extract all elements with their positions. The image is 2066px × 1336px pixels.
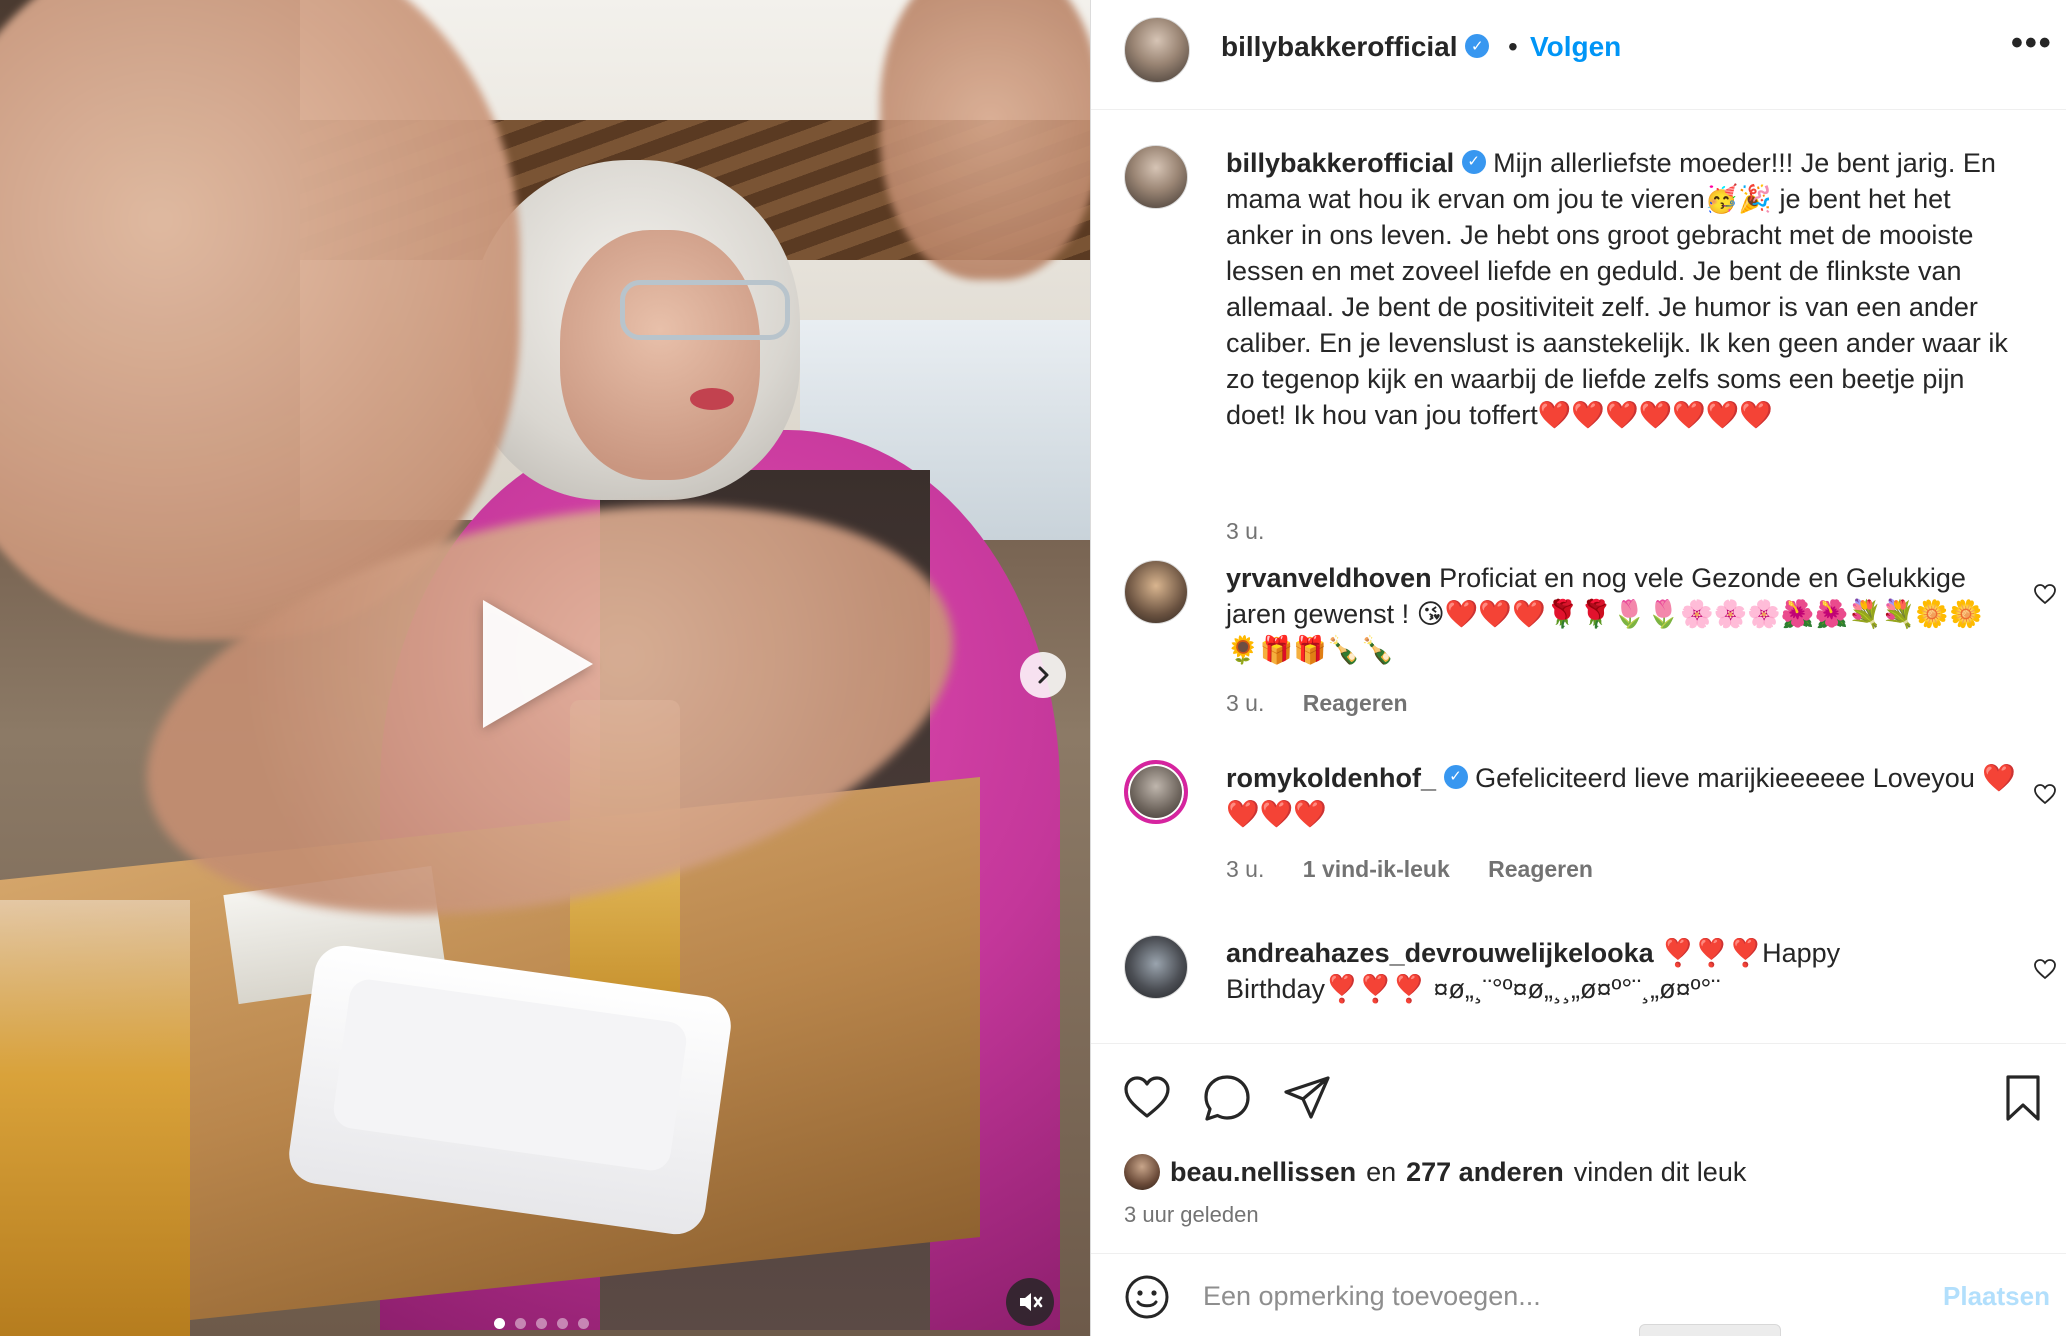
like-comment-heart-icon[interactable] [2033,782,2057,806]
liker-username[interactable]: beau.nellissen [1170,1157,1356,1188]
likes-others-link[interactable]: 277 anderen [1406,1157,1564,1188]
author-avatar[interactable] [1124,17,1190,83]
comment-text: yrvanveldhoven Proficiat en nog vele Gez… [1226,560,2016,668]
comment-username[interactable]: romykoldenhof_ [1226,763,1436,793]
comment-meta: 3 u. 1 vind-ik-leuk Reageren [1226,856,1625,883]
comment-bubble-icon[interactable] [1201,1072,1253,1124]
more-options-icon[interactable]: ••• [2011,24,2053,63]
caption-username[interactable]: billybakkerofficial [1226,148,1454,178]
comment-composer: Plaatsen [1091,1253,2066,1336]
header-separator: • [1508,31,1518,62]
carousel-dot [578,1318,589,1329]
post-timestamp[interactable]: 3 uur geleden [1124,1202,1259,1228]
likes-suffix: vinden dit leuk [1573,1156,1747,1187]
post-actions: beau.nellissen en 277 anderen vinden dit… [1091,1043,2066,1253]
caption-body: Mijn allerliefste moeder!!! Je bent jari… [1226,148,2008,430]
chevron-right-icon[interactable] [1020,652,1066,698]
verified-badge-icon: ✓ [1461,149,1486,174]
share-paper-plane-icon[interactable] [1281,1072,1333,1124]
comment-input[interactable] [1203,1276,1903,1316]
comment-like-count[interactable]: 1 vind-ik-leuk [1303,856,1450,882]
carousel-indicator [494,1318,589,1329]
media-lips [690,388,734,410]
likes-connector: en [1366,1156,1397,1187]
muted-speaker-icon-glyph [1020,1293,1043,1311]
caption-text: billybakkerofficial ✓ Mijn allerliefste … [1226,145,2016,433]
play-icon[interactable] [483,600,593,728]
follow-button[interactable]: Volgen [1530,31,1621,63]
comments-list[interactable]: billybakkerofficial ✓ Mijn allerliefste … [1091,111,2066,1043]
media-beer-glass-foreground [0,900,190,1336]
comment-username[interactable]: yrvanveldhoven [1226,563,1432,593]
media-hand-top-right [880,0,1090,280]
author-username-text[interactable]: billybakkerofficial [1221,31,1458,62]
media-person-face [560,230,760,480]
muted-speaker-icon[interactable] [1006,1278,1054,1326]
commenter-avatar-story-ring[interactable] [1124,760,1188,824]
carousel-dot [557,1318,568,1329]
author-avatar[interactable] [1124,145,1188,209]
comment-meta: 3 u. Reageren [1226,690,1440,717]
like-comment-heart-icon[interactable] [2033,957,2057,981]
carousel-dot-active [494,1318,505,1329]
reply-button[interactable]: Reageren [1303,690,1408,716]
post-header: billybakkerofficial ✓ • Volgen ••• [1091,0,2066,110]
post-comment-button[interactable]: Plaatsen [1943,1281,2050,1312]
likes-summary: beau.nellissen en 277 anderen vinden dit… [1124,1154,1746,1190]
scroll-tab [1639,1324,1781,1336]
reply-button[interactable]: Reageren [1488,856,1593,882]
comment-text: andreahazes_devrouwelijkelooka ❣️❣️❣️Hap… [1226,935,2016,1007]
like-comment-heart-icon[interactable] [2033,582,2057,606]
caption-time[interactable]: 3 u. [1226,518,1264,544]
comment-time[interactable]: 3 u. [1226,856,1264,882]
caption-meta: 3 u. [1226,518,1296,545]
like-heart-icon[interactable] [1121,1072,1173,1124]
commenter-avatar[interactable] [1124,560,1188,624]
carousel-dot [515,1318,526,1329]
comment-time[interactable]: 3 u. [1226,690,1264,716]
comment-username[interactable]: andreahazes_devrouwelijkelooka [1226,938,1654,968]
chevron-right-icon-glyph [1038,666,1049,684]
verified-badge-icon: ✓ [1443,764,1468,789]
carousel-dot [536,1318,547,1329]
emoji-smiley-icon[interactable] [1124,1274,1170,1320]
post-side-panel: billybakkerofficial ✓ • Volgen ••• billy… [1090,0,2066,1336]
comment-text: romykoldenhof_ ✓ Gefeliciteerd lieve mar… [1226,760,2016,832]
save-bookmark-icon[interactable] [1997,1072,2049,1124]
commenter-avatar[interactable] [1124,935,1188,999]
liker-avatar[interactable] [1124,1154,1160,1190]
media-glasses [620,280,790,340]
author-username[interactable]: billybakkerofficial ✓ [1221,31,1490,63]
post-media[interactable] [0,0,1090,1336]
verified-badge-icon: ✓ [1465,33,1490,58]
